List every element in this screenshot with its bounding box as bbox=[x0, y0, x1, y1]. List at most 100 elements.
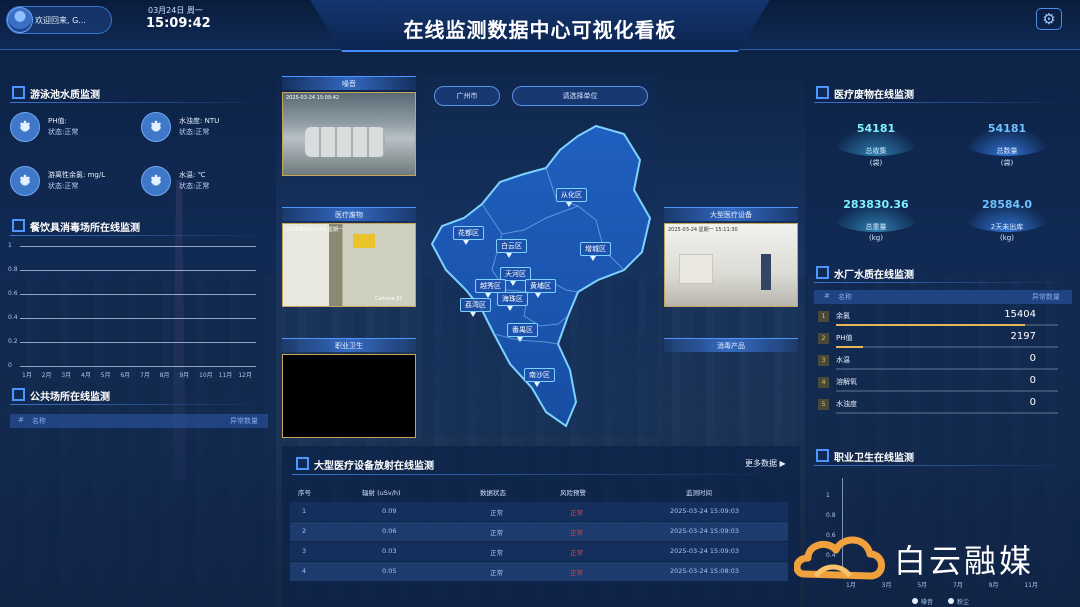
pool-chlorine-item: ✻ 游离性余氯: mg/L 状态:正常 bbox=[10, 166, 130, 198]
cell-idx: 3 bbox=[302, 547, 307, 555]
col-abnormal: 异常数量 bbox=[1032, 293, 1060, 301]
stat-name: 2天未出库 bbox=[990, 223, 1024, 231]
large-device-camera-feed[interactable]: 2025-03-24 星期一 15:11:30 bbox=[664, 223, 798, 307]
y-tick-label: 0.6 bbox=[8, 290, 18, 297]
item-name: 余氯 bbox=[836, 312, 850, 320]
list-item[interactable]: 4 溶解氧 0 bbox=[814, 375, 1058, 396]
divider bbox=[10, 404, 270, 405]
legend-label[interactable]: 噪音 bbox=[921, 597, 933, 606]
medical-waste-camera-feed[interactable]: 2025年03月24日 星期一 Camera 01 bbox=[282, 223, 416, 307]
rank-badge: 3 bbox=[818, 355, 829, 366]
table-row[interactable]: 3 0.03 正常 正常 2025-03-24 15:09:03 bbox=[290, 542, 788, 561]
legend-label[interactable]: 粉尘 bbox=[957, 597, 969, 606]
stat-value: 28584.0 bbox=[981, 198, 1033, 211]
guangzhou-map[interactable] bbox=[428, 120, 652, 432]
noise-camera-feed[interactable]: 2025-03-24 15:09:42 bbox=[282, 92, 416, 176]
y-tick-label: 1 bbox=[826, 492, 830, 499]
welcome-text: 欢迎回来, G... bbox=[35, 16, 86, 25]
tableware-title: 餐饮具消毒场所在线监测 bbox=[12, 219, 140, 234]
cloud-logo-icon bbox=[794, 536, 885, 580]
cell-risk: 正常 bbox=[570, 549, 583, 557]
stat-name: 总收集 bbox=[865, 147, 887, 155]
district-label[interactable]: 增城区 bbox=[580, 242, 611, 256]
district-label[interactable]: 番禺区 bbox=[507, 323, 538, 337]
table-row[interactable]: 2 0.06 正常 正常 2025-03-24 15:09:03 bbox=[290, 522, 788, 541]
disinfect-product-panel[interactable]: 消毒产品 bbox=[664, 338, 798, 354]
district-label[interactable]: 从化区 bbox=[556, 188, 587, 202]
item-value: 0 bbox=[1029, 397, 1036, 408]
table-row[interactable]: 4 0.05 正常 正常 2025-03-24 15:08:03 bbox=[290, 562, 788, 581]
rank-badge: 1 bbox=[818, 311, 829, 322]
page-title: 在线监测数据中心可视化看板 bbox=[403, 18, 677, 42]
x-tick-label: 2月 bbox=[41, 372, 52, 379]
list-item[interactable]: 1 余氯 15404 bbox=[814, 309, 1058, 330]
item-value: 0 bbox=[1029, 375, 1036, 386]
stat-name: 总数量 bbox=[996, 147, 1018, 155]
cell-status: 正常 bbox=[490, 529, 503, 537]
avatar[interactable] bbox=[7, 7, 33, 33]
table-row[interactable]: 1 0.09 正常 正常 2025-03-24 15:09:03 bbox=[290, 502, 788, 521]
list-item[interactable]: 2 PH值 2197 bbox=[814, 331, 1058, 352]
cell-status: 正常 bbox=[490, 549, 503, 557]
col-time: 监测时间 bbox=[686, 489, 712, 497]
item-name: 水温 bbox=[836, 356, 850, 364]
list-item[interactable]: 5 水浊度 0 bbox=[814, 397, 1058, 418]
rank-badge: 5 bbox=[818, 399, 829, 410]
cell-time: 2025-03-24 15:09:03 bbox=[670, 527, 740, 535]
district-label[interactable]: 花都区 bbox=[453, 226, 484, 240]
pool-temp-status: 状态:正常 bbox=[179, 182, 210, 190]
medical-waste-camera-label: 医疗废物 bbox=[282, 207, 416, 221]
city-select[interactable]: 广州市 bbox=[434, 86, 500, 106]
district-label[interactable]: 荔湾区 bbox=[460, 298, 491, 312]
item-value: 2197 bbox=[1010, 331, 1036, 342]
divider bbox=[292, 474, 790, 475]
unit-select[interactable]: 请选择单位 bbox=[512, 86, 648, 106]
pool-title: 游泳池水质监测 bbox=[12, 86, 100, 101]
x-tick-label: 1月 bbox=[22, 372, 32, 379]
cell-time: 2025-03-24 15:09:03 bbox=[670, 507, 740, 515]
noise-camera-panel[interactable]: 噪音 2025-03-24 15:09:42 bbox=[282, 76, 416, 176]
district-marker-icon bbox=[510, 281, 516, 286]
large-device-camera-label: 大型医疗设备 bbox=[664, 207, 798, 221]
progress-fill bbox=[836, 346, 863, 348]
medical-waste-camera-timestamp: 2025年03月24日 星期一 bbox=[286, 227, 344, 233]
stat-value: 283830.36 bbox=[843, 198, 909, 211]
district-label[interactable]: 白云区 bbox=[496, 239, 527, 253]
district-marker-icon bbox=[506, 253, 512, 258]
legend-dot-icon bbox=[912, 598, 918, 604]
x-tick-label: 9月 bbox=[179, 372, 190, 379]
divider bbox=[814, 102, 1072, 103]
x-tick-label: 8月 bbox=[159, 372, 170, 379]
x-tick-label: 6月 bbox=[120, 372, 131, 379]
item-name: PH值 bbox=[836, 334, 853, 342]
list-item[interactable]: 3 水温 0 bbox=[814, 353, 1058, 374]
large-device-camera-panel[interactable]: 大型医疗设备 2025-03-24 星期一 15:11:30 bbox=[664, 207, 798, 307]
settings-gear-icon[interactable]: ⚙ bbox=[1036, 8, 1062, 30]
stat-total-collected: 54181 总收集 (袋) bbox=[824, 118, 928, 180]
district-marker-icon bbox=[507, 306, 513, 311]
district-label[interactable]: 越秀区 bbox=[475, 279, 506, 293]
stat-unit: (kg) bbox=[869, 234, 883, 242]
waterplant-table-header: # 名称 异常数量 bbox=[814, 290, 1072, 304]
pool-temp-item: ✻ 水温: ℃ 状态:正常 bbox=[141, 166, 261, 198]
date-text: 03月24日 周一 bbox=[148, 6, 203, 15]
occupational-camera-feed[interactable] bbox=[282, 354, 416, 438]
grid-line bbox=[20, 366, 256, 367]
more-data-link[interactable]: 更多数据 ▶ bbox=[745, 458, 786, 469]
pool-temp-label: 水温: ℃ bbox=[179, 171, 206, 179]
x-tick-label: 5月 bbox=[100, 372, 111, 379]
user-badge[interactable]: 欢迎回来, G... bbox=[6, 6, 112, 34]
district-marker-icon bbox=[566, 202, 572, 207]
cell-value: 0.03 bbox=[382, 547, 397, 555]
district-label[interactable]: 南沙区 bbox=[524, 368, 555, 382]
cell-status: 正常 bbox=[490, 569, 503, 577]
occupational-camera-panel[interactable]: 职业卫生 bbox=[282, 338, 416, 438]
cell-idx: 4 bbox=[302, 567, 307, 575]
district-label[interactable]: 海珠区 bbox=[497, 292, 528, 306]
clock-text: 15:09:42 bbox=[146, 16, 211, 31]
district-label[interactable]: 黄埔区 bbox=[525, 279, 556, 293]
pipes-image bbox=[305, 127, 385, 157]
medical-waste-camera-panel[interactable]: 医疗废物 2025年03月24日 星期一 Camera 01 bbox=[282, 207, 416, 307]
pool-chlorine-status: 状态:正常 bbox=[48, 182, 79, 190]
stat-name: 总重量 bbox=[865, 223, 887, 231]
